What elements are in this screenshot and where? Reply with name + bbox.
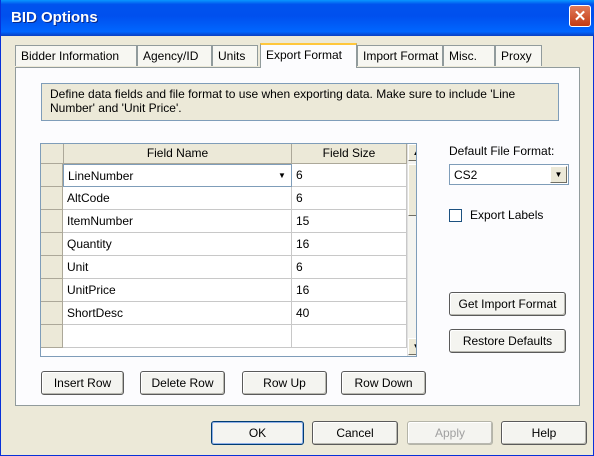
get-import-format-button[interactable]: Get Import Format: [449, 292, 566, 316]
field-size-cell[interactable]: 6: [292, 164, 407, 187]
scroll-down-icon[interactable]: ▼: [408, 338, 416, 355]
help-button[interactable]: Help: [501, 421, 587, 445]
delete-row-button[interactable]: Delete Row: [140, 371, 225, 395]
tab-misc[interactable]: Misc.: [443, 45, 495, 66]
tab-export-format[interactable]: Export Format: [260, 43, 357, 68]
field-size-cell[interactable]: 6: [292, 187, 407, 210]
row-selector[interactable]: [41, 233, 63, 256]
field-size-cell[interactable]: 15: [292, 210, 407, 233]
field-name-cell[interactable]: [63, 325, 292, 348]
window-title: BID Options: [11, 9, 98, 26]
field-size-cell[interactable]: 40: [292, 302, 407, 325]
row-selector[interactable]: [41, 279, 63, 302]
field-name-cell[interactable]: AltCode: [63, 187, 292, 210]
export-format-panel: Define data fields and file format to us…: [15, 67, 580, 406]
tab-agency-id[interactable]: Agency/ID: [137, 45, 212, 66]
apply-button[interactable]: Apply: [407, 421, 493, 445]
export-labels-label[interactable]: Export Labels: [470, 208, 543, 222]
field-size-cell[interactable]: 6: [292, 256, 407, 279]
field-name-cell[interactable]: ItemNumber: [63, 210, 292, 233]
field-size-cell[interactable]: [292, 325, 407, 348]
row-selector[interactable]: [41, 164, 63, 187]
close-icon[interactable]: ✕: [569, 5, 591, 27]
tab-bidder-information[interactable]: Bidder Information: [15, 45, 137, 66]
field-name-cell[interactable]: Quantity: [63, 233, 292, 256]
row-selector[interactable]: [41, 302, 63, 325]
tab-import-format[interactable]: Import Format: [357, 45, 443, 66]
field-size-cell[interactable]: 16: [292, 279, 407, 302]
field-grid: Field Name Field Size LineNumber ▼ 6 Alt…: [40, 143, 417, 357]
row-selector[interactable]: [41, 210, 63, 233]
grid-corner: [41, 144, 64, 164]
cancel-button[interactable]: Cancel: [312, 421, 398, 445]
ok-button[interactable]: OK: [211, 421, 304, 445]
scroll-up-icon[interactable]: ▲: [408, 144, 416, 161]
scroll-thumb[interactable]: [408, 164, 416, 216]
default-file-format-label: Default File Format:: [449, 144, 555, 158]
export-labels-checkbox[interactable]: [449, 209, 462, 222]
insert-row-button[interactable]: Insert Row: [41, 371, 124, 395]
grid-scrollbar[interactable]: ▲ ▼: [407, 144, 416, 356]
field-name-combo[interactable]: LineNumber ▼: [63, 164, 292, 187]
title-bar[interactable]: BID Options ✕: [1, 0, 594, 36]
row-selector[interactable]: [41, 325, 63, 348]
restore-defaults-button[interactable]: Restore Defaults: [449, 329, 566, 353]
row-up-button[interactable]: Row Up: [242, 371, 327, 395]
row-selector[interactable]: [41, 187, 63, 210]
tab-proxy[interactable]: Proxy: [495, 45, 542, 66]
tab-units[interactable]: Units: [212, 45, 258, 66]
field-name-cell[interactable]: UnitPrice: [63, 279, 292, 302]
field-name-cell[interactable]: Unit: [63, 256, 292, 279]
dropdown-arrow-icon[interactable]: ▼: [550, 166, 567, 183]
field-size-cell[interactable]: 16: [292, 233, 407, 256]
field-name-cell[interactable]: ShortDesc: [63, 302, 292, 325]
field-name-cell: LineNumber: [68, 169, 134, 183]
description-text: Define data fields and file format to us…: [41, 83, 559, 121]
row-down-button[interactable]: Row Down: [341, 371, 426, 395]
default-file-format-value: CS2: [454, 168, 478, 182]
default-file-format-select[interactable]: CS2 ▼: [449, 164, 569, 185]
row-selector[interactable]: [41, 256, 63, 279]
bid-options-dialog: BID Options ✕ Bidder Information Agency/…: [0, 0, 594, 456]
dropdown-arrow-icon[interactable]: ▼: [275, 168, 289, 183]
column-header-field-size[interactable]: Field Size: [292, 144, 407, 164]
column-header-field-name[interactable]: Field Name: [64, 144, 292, 164]
